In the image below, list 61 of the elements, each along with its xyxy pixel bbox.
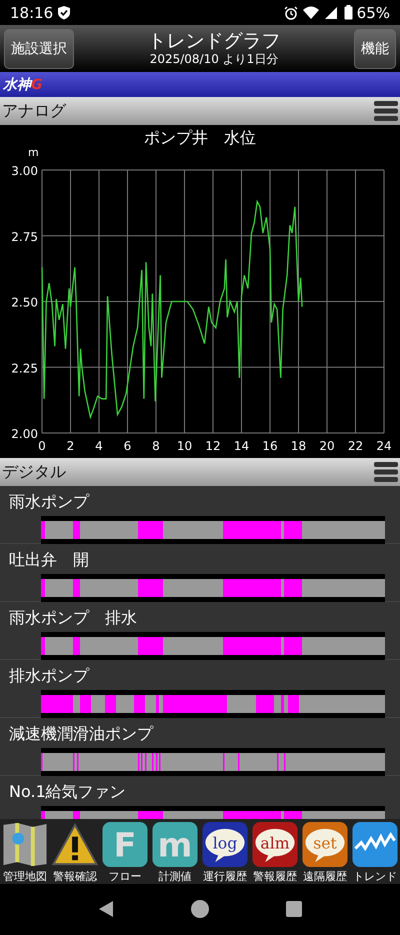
signal-name: 吐出弁 開 [9,550,89,570]
shield-icon [57,5,72,20]
letter-icon: F [101,821,149,868]
date-range: 2025/08/10 より1日分 [150,52,278,67]
toolbar-item[interactable]: m 計測値 [150,819,200,884]
recents-icon[interactable] [286,901,302,917]
speech-bubble-icon: log [201,821,249,868]
y-axis-label: 2.50 [11,296,38,310]
signal-name: 雨水ポンプ 排水 [9,608,137,628]
chart-title: ポンプ井 水位 [144,128,256,147]
x-axis-label: 4 [95,439,103,453]
map-icon [1,821,49,868]
section-title: アナログ [2,100,66,122]
signal-name: 排水ポンプ [9,666,89,686]
toolbar-item[interactable]: log 運行履歴 [200,819,250,884]
section-title: デジタル [2,462,66,482]
trend-wave-icon [351,821,399,868]
function-button[interactable]: 機能 [354,28,396,68]
x-axis-label: 22 [348,439,364,453]
x-axis-label: 14 [234,439,250,453]
menu-icon[interactable] [374,461,398,483]
y-axis-label: 2.00 [11,427,38,441]
toolbar-item[interactable]: 警報確認 [50,819,100,884]
menu-icon[interactable] [374,100,398,122]
toolbar-item[interactable]: F フロー [100,819,150,884]
toolbar-item[interactable]: 管理地図 [0,819,50,884]
signal-name: No.1給気ファン [9,782,126,802]
x-axis-label: 12 [205,439,221,453]
clock: 18:16 [10,4,54,22]
battery-percent: 65% [356,4,390,22]
toolbar-item[interactable]: alm 警報履歴 [250,819,300,884]
x-axis-label: 20 [319,439,335,453]
x-axis-label: 18 [290,439,306,453]
speech-bubble-icon: set [301,821,349,868]
letter-icon: m [151,821,199,868]
x-axis-label: 10 [176,439,192,453]
x-axis-label: 2 [66,439,74,453]
x-axis-label: 6 [124,439,132,453]
signal-icon [324,6,340,20]
alarm-icon [284,6,298,20]
wifi-icon [302,6,320,20]
home-icon[interactable] [190,900,209,918]
y-axis-label: 3.00 [11,164,38,178]
y-axis-label: 2.75 [11,230,38,244]
axis-unit: m [28,146,39,159]
x-axis-label: 24 [376,439,392,453]
facility-select-button[interactable]: 施設選択 [4,28,74,68]
screen-title: トレンドグラフ [148,30,280,52]
app-logo: 水神G [3,76,42,94]
x-axis-label: 0 [38,439,46,453]
speech-bubble-icon: alm [251,821,299,868]
x-axis-label: 8 [152,439,160,453]
toolbar-item[interactable]: set 遠隔履歴 [300,819,350,884]
y-axis-label: 2.25 [11,361,38,376]
toolbar-item[interactable]: トレンド [350,819,400,884]
signal-name: 雨水ポンプ [9,492,89,512]
x-axis-label: 16 [262,439,278,453]
battery-icon [344,5,353,20]
warning-icon [51,821,99,868]
signal-name: 減速機潤滑油ポンプ [9,724,153,744]
back-icon[interactable] [98,900,114,918]
